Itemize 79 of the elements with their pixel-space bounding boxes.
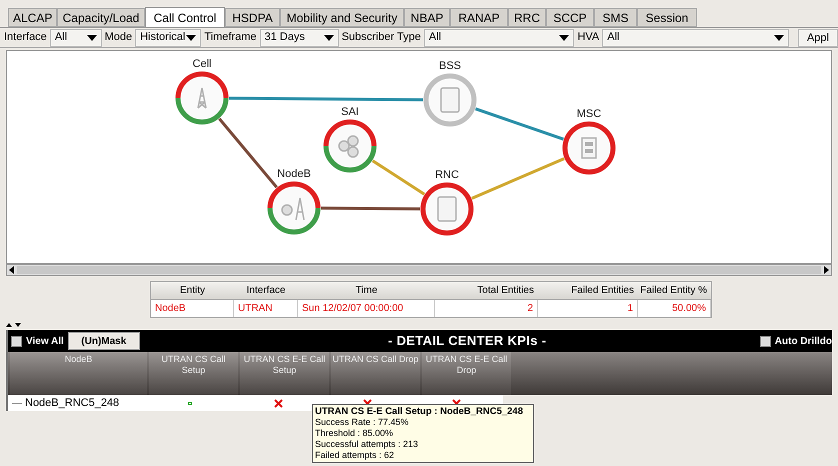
dropdown[interactable]: Historical — [135, 28, 202, 46]
table-cell: NodeB — [151, 300, 234, 317]
dropdown[interactable]: All — [424, 28, 574, 46]
tooltip-line: Threshold : 85.00% — [315, 428, 394, 439]
cabinet-icon — [581, 137, 597, 159]
apply-button[interactable]: Appl — [798, 28, 838, 46]
tab[interactable]: Call Control — [145, 7, 225, 27]
tab[interactable]: RRC — [508, 8, 546, 27]
node-label: NodeB — [277, 168, 311, 180]
tab[interactable]: HSDPA — [225, 8, 280, 27]
filter-label: HVA — [577, 30, 600, 46]
node-label: RNC — [435, 169, 459, 181]
status-ring — [324, 120, 376, 172]
tab[interactable]: Capacity/Load — [57, 8, 145, 27]
tab[interactable]: SCCP — [546, 8, 594, 27]
node-label: MSC — [576, 108, 602, 120]
status-ring — [176, 72, 228, 124]
checkbox[interactable] — [11, 336, 22, 346]
tooltip-line: Success Rate : 77.45% — [315, 417, 410, 428]
table-cell: 50.00% — [638, 300, 711, 317]
tooltip-line: Failed attempts : 62 — [315, 450, 396, 461]
column-header: Failed Entities — [570, 284, 635, 298]
hexagons-icon — [338, 135, 359, 158]
checkbox[interactable] — [760, 336, 771, 346]
column-header: UTRAN CS E-E Call Drop — [422, 352, 511, 395]
server-icon — [437, 196, 457, 222]
tooltip-title: UTRAN CS E-E Call Setup : NodeB_RNC5_248 — [315, 406, 524, 417]
filter-label: Subscriber Type — [342, 30, 421, 46]
column-header: Failed Entity % — [639, 284, 708, 298]
dropdown[interactable]: All — [50, 28, 102, 46]
column-header: UTRAN CS E-E Call Setup — [240, 352, 329, 395]
tab[interactable]: ALCAP — [8, 8, 57, 27]
dropdown[interactable]: 31 Days — [260, 28, 339, 46]
caret-icon — [186, 34, 196, 40]
filter-label: Timeframe — [204, 30, 256, 46]
column-header: Total Entities — [476, 284, 535, 298]
status-ring — [268, 182, 320, 234]
node-label: SAI — [341, 106, 359, 118]
caret-icon — [774, 34, 784, 40]
tab[interactable]: NBAP — [404, 8, 450, 27]
table-cell: UTRAN — [234, 300, 298, 317]
collapse-arrows-icon — [6, 322, 22, 328]
tower-icon — [197, 87, 207, 109]
column-header: Time — [354, 284, 378, 298]
dropdown[interactable]: All — [602, 28, 789, 46]
unmask-button[interactable]: (Un)Mask — [68, 332, 140, 350]
cross-icon — [274, 398, 283, 408]
tooltip-line: Successful attempts : 213 — [315, 439, 420, 450]
table-cell: Sun 12/02/07 00:00:00 — [298, 300, 435, 317]
column-header: Interface — [246, 284, 286, 298]
checkbox-label: Auto Drilldo — [774, 334, 832, 348]
horizontal-scrollbar[interactable] — [6, 264, 832, 276]
node-label: Cell — [192, 58, 212, 70]
column-header: UTRAN CS Call Setup — [149, 352, 238, 395]
checkbox-label: View All — [26, 334, 64, 348]
right-arrow-icon — [821, 266, 831, 274]
table-cell: 2 — [435, 300, 538, 317]
server-icon — [440, 87, 460, 113]
column-header: Entity — [178, 284, 206, 298]
column-header: NodeB — [10, 352, 147, 395]
tower-icon — [281, 197, 305, 221]
node-label: BSS — [439, 60, 461, 72]
caret-icon — [324, 34, 334, 40]
tab[interactable]: SMS — [594, 8, 637, 27]
panel-title: - DETAIL CENTER KPIs - — [388, 332, 546, 350]
tab[interactable]: RANAP — [450, 8, 508, 27]
filter-label: Mode — [104, 30, 132, 46]
left-arrow-icon — [7, 266, 17, 274]
caret-icon — [86, 34, 97, 40]
status-ring — [562, 122, 616, 174]
column-header: UTRAN CS Call Drop — [331, 352, 420, 395]
filter-label: Interface — [4, 30, 47, 46]
table-cell: 1 — [538, 300, 638, 317]
status-ring — [420, 182, 474, 236]
tab[interactable]: Mobility and Security — [280, 8, 404, 27]
status-ring — [424, 74, 476, 126]
ok-status-icon — [188, 402, 192, 404]
tab[interactable]: Session — [637, 8, 697, 27]
caret-icon — [559, 34, 570, 40]
